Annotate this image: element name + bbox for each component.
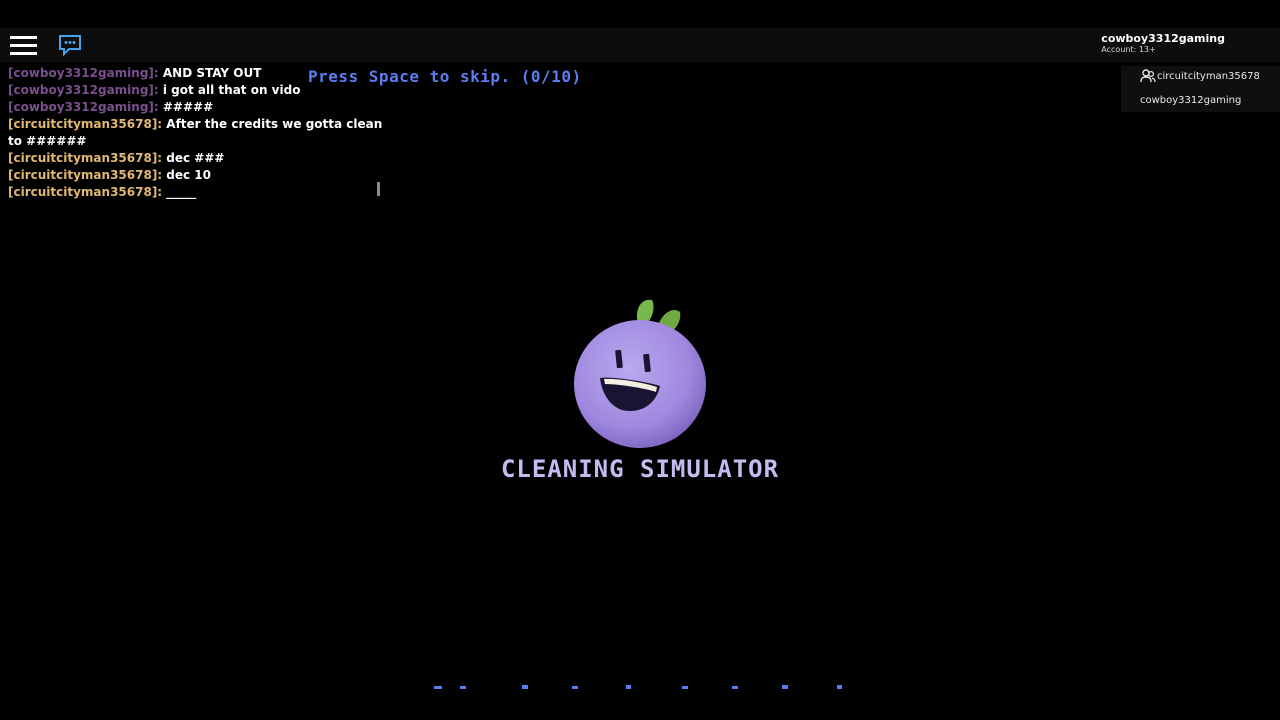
- player-name: cowboy3312gaming: [1140, 95, 1242, 106]
- mascot-logo: [574, 299, 706, 448]
- chat-message: [circuitcityman35678]: After the credits…: [8, 116, 388, 150]
- player-row[interactable]: circuitcityman35678: [1121, 66, 1280, 88]
- chat-speaker[interactable]: [cowboy3312gaming]:: [8, 83, 159, 97]
- chat-speaker[interactable]: [cowboy3312gaming]:: [8, 100, 159, 114]
- chat-message: [circuitcityman35678]: dec ###: [8, 150, 388, 167]
- chat-text: i got all that on vido: [158, 83, 301, 97]
- chat-speaker[interactable]: [circuitcityman35678]:: [8, 185, 162, 199]
- hamburger-line: [10, 52, 37, 55]
- chat-bubble-icon: [59, 35, 81, 57]
- menu-button[interactable]: [10, 36, 37, 56]
- chat-message: [cowboy3312gaming]: #####: [8, 99, 388, 116]
- game-screen: cowboy3312gaming Account: 13+ [cowboy331…: [0, 0, 1280, 720]
- account-info[interactable]: cowboy3312gaming Account: 13+: [1101, 33, 1225, 55]
- hamburger-line: [10, 36, 37, 39]
- chat-button[interactable]: [57, 33, 83, 57]
- chat-speaker[interactable]: [circuitcityman35678]:: [8, 117, 162, 131]
- bottom-caption-partial: [432, 683, 852, 690]
- chat-text: AND STAY OUT: [158, 66, 262, 80]
- chat-speaker[interactable]: [cowboy3312gaming]:: [8, 66, 159, 80]
- chat-speaker[interactable]: [circuitcityman35678]:: [8, 168, 162, 182]
- chat-speaker[interactable]: [circuitcityman35678]:: [8, 151, 162, 165]
- chat-text: dec 10: [162, 168, 212, 182]
- chat-text: _____: [162, 185, 197, 199]
- chat-message: [circuitcityman35678]: dec 10: [8, 167, 388, 184]
- player-name: circuitcityman35678: [1157, 71, 1260, 82]
- chat-text: dec ###: [162, 151, 225, 165]
- skip-prompt: Press Space to skip. (0/10): [308, 67, 582, 86]
- hamburger-line: [10, 44, 37, 47]
- top-bar: cowboy3312gaming Account: 13+: [0, 28, 1280, 62]
- player-list: circuitcityman35678 cowboy3312gaming: [1121, 66, 1280, 112]
- chat-message: [circuitcityman35678]: _____: [8, 184, 388, 201]
- friends-icon: [1140, 69, 1156, 83]
- chat-text: #####: [158, 100, 214, 114]
- chat-scrollbar[interactable]: [377, 182, 380, 196]
- player-row[interactable]: cowboy3312gaming: [1121, 90, 1280, 112]
- account-age: Account: 13+: [1101, 45, 1156, 54]
- game-title: CLEANING SIMULATOR: [500, 455, 780, 483]
- bottom-text-fragments: [434, 685, 842, 689]
- account-name: cowboy3312gaming: [1101, 32, 1225, 45]
